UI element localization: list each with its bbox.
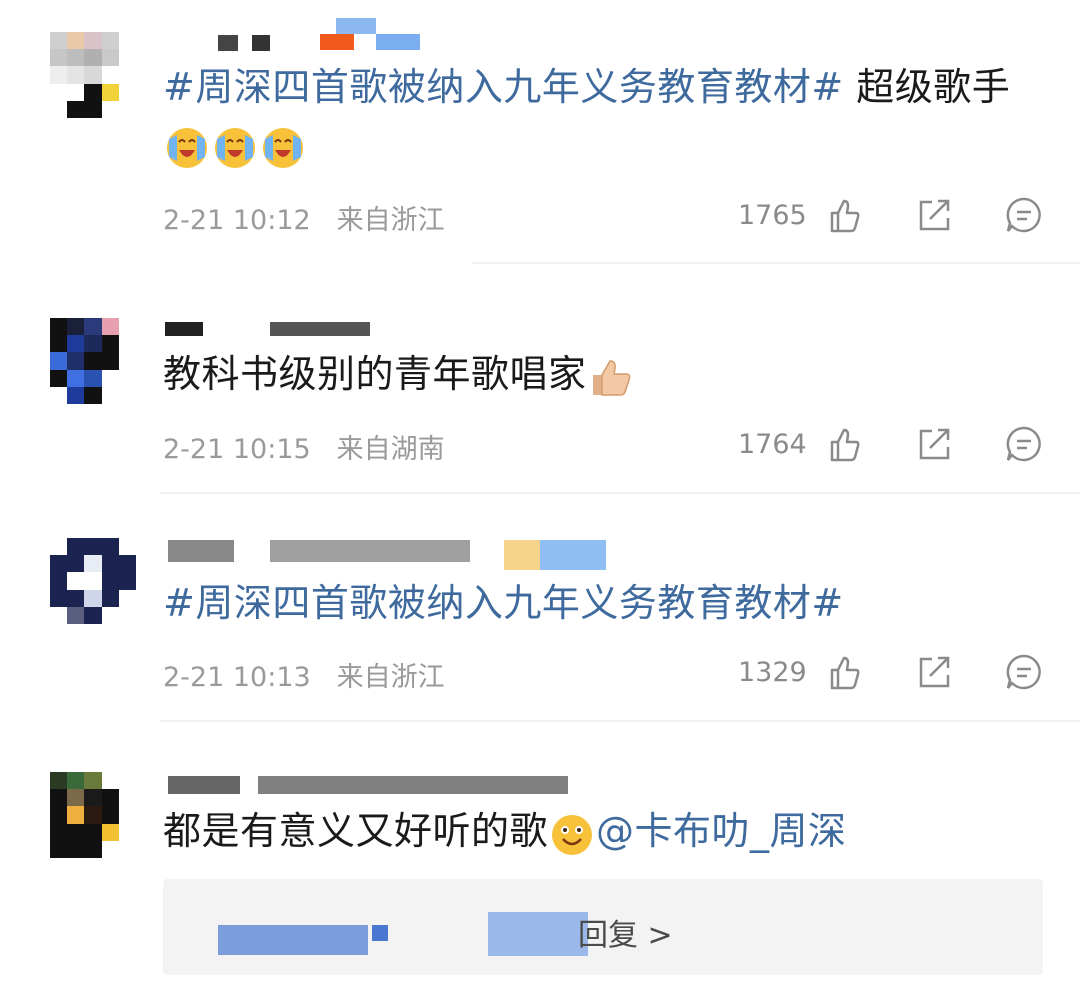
username-blurred[interactable] xyxy=(168,776,240,794)
share-icon[interactable] xyxy=(914,195,954,235)
location: 来自浙江 xyxy=(336,662,445,693)
thumbs-up-icon[interactable] xyxy=(824,195,864,235)
avatar[interactable] xyxy=(50,772,136,858)
crying-laugh-emoji xyxy=(167,127,207,168)
comment-actions: 1764 xyxy=(738,424,1044,464)
view-replies-link[interactable]: 回复 > xyxy=(578,910,673,954)
user-badge xyxy=(540,540,606,570)
avatar[interactable] xyxy=(50,32,136,118)
reply-blurred xyxy=(218,925,368,955)
share-icon[interactable] xyxy=(914,652,954,692)
crying-laugh-emoji xyxy=(263,127,303,168)
timestamp: 2-21 10:15 xyxy=(163,434,311,465)
comment-text: 教科书级别的青年歌唱家 xyxy=(163,349,635,401)
comment-actions: 1329 xyxy=(738,652,1044,692)
mention-link[interactable]: @卡布叻_周深 xyxy=(596,809,847,853)
reply-blurred xyxy=(488,912,588,956)
avatar[interactable] xyxy=(50,538,136,624)
thumbs-up-icon[interactable] xyxy=(824,652,864,692)
comment-meta: 2-21 10:13 来自浙江 xyxy=(163,655,445,694)
comment-meta: 2-21 10:15 来自湖南 xyxy=(163,427,445,466)
like-count: 1329 xyxy=(738,656,807,688)
comment-actions: 1765 xyxy=(738,195,1044,235)
username-blurred xyxy=(270,322,370,336)
thumbs-up-emoji xyxy=(592,359,630,396)
comment-icon[interactable] xyxy=(1004,424,1044,464)
username-blurred xyxy=(258,776,568,794)
user-badge xyxy=(320,34,354,50)
timestamp: 2-21 10:13 xyxy=(163,662,311,693)
comment-text: 都是有意义又好听的歌 @卡布叻_周深 xyxy=(163,806,847,857)
username-blurred[interactable] xyxy=(165,322,203,336)
thumbs-up-icon[interactable] xyxy=(824,424,864,464)
smiling-emoji xyxy=(552,814,593,855)
location: 来自浙江 xyxy=(336,205,445,236)
username-blurred xyxy=(270,540,470,562)
crying-laugh-emoji xyxy=(215,127,255,168)
comment-meta: 2-21 10:12 来自浙江 xyxy=(163,198,445,237)
like-count: 1765 xyxy=(738,199,807,231)
avatar[interactable] xyxy=(50,318,136,404)
user-badge xyxy=(376,34,420,50)
username-blurred[interactable] xyxy=(218,35,238,51)
location: 来自湖南 xyxy=(336,434,445,465)
username-blurred xyxy=(252,35,270,51)
comment-icon[interactable] xyxy=(1004,195,1044,235)
reply-blurred xyxy=(372,925,388,941)
user-badge xyxy=(504,540,544,570)
comment-text: #周深四首歌被纳入九年义务教育教材# xyxy=(163,578,844,628)
topic-link[interactable]: #周深四首歌被纳入九年义务教育教材# xyxy=(163,581,844,625)
like-count: 1764 xyxy=(738,428,807,460)
share-icon[interactable] xyxy=(914,424,954,464)
topic-link[interactable]: #周深四首歌被纳入九年义务教育教材# xyxy=(163,65,844,109)
divider xyxy=(160,492,1080,494)
divider xyxy=(472,262,1080,264)
comment-icon[interactable] xyxy=(1004,652,1044,692)
divider xyxy=(160,720,1080,722)
comment-text: #周深四首歌被纳入九年义务教育教材# 超级歌手 xyxy=(163,65,1011,109)
username-blurred[interactable] xyxy=(168,540,234,562)
timestamp: 2-21 10:12 xyxy=(163,205,311,236)
emoji-row xyxy=(163,120,307,171)
user-badge xyxy=(336,18,376,34)
